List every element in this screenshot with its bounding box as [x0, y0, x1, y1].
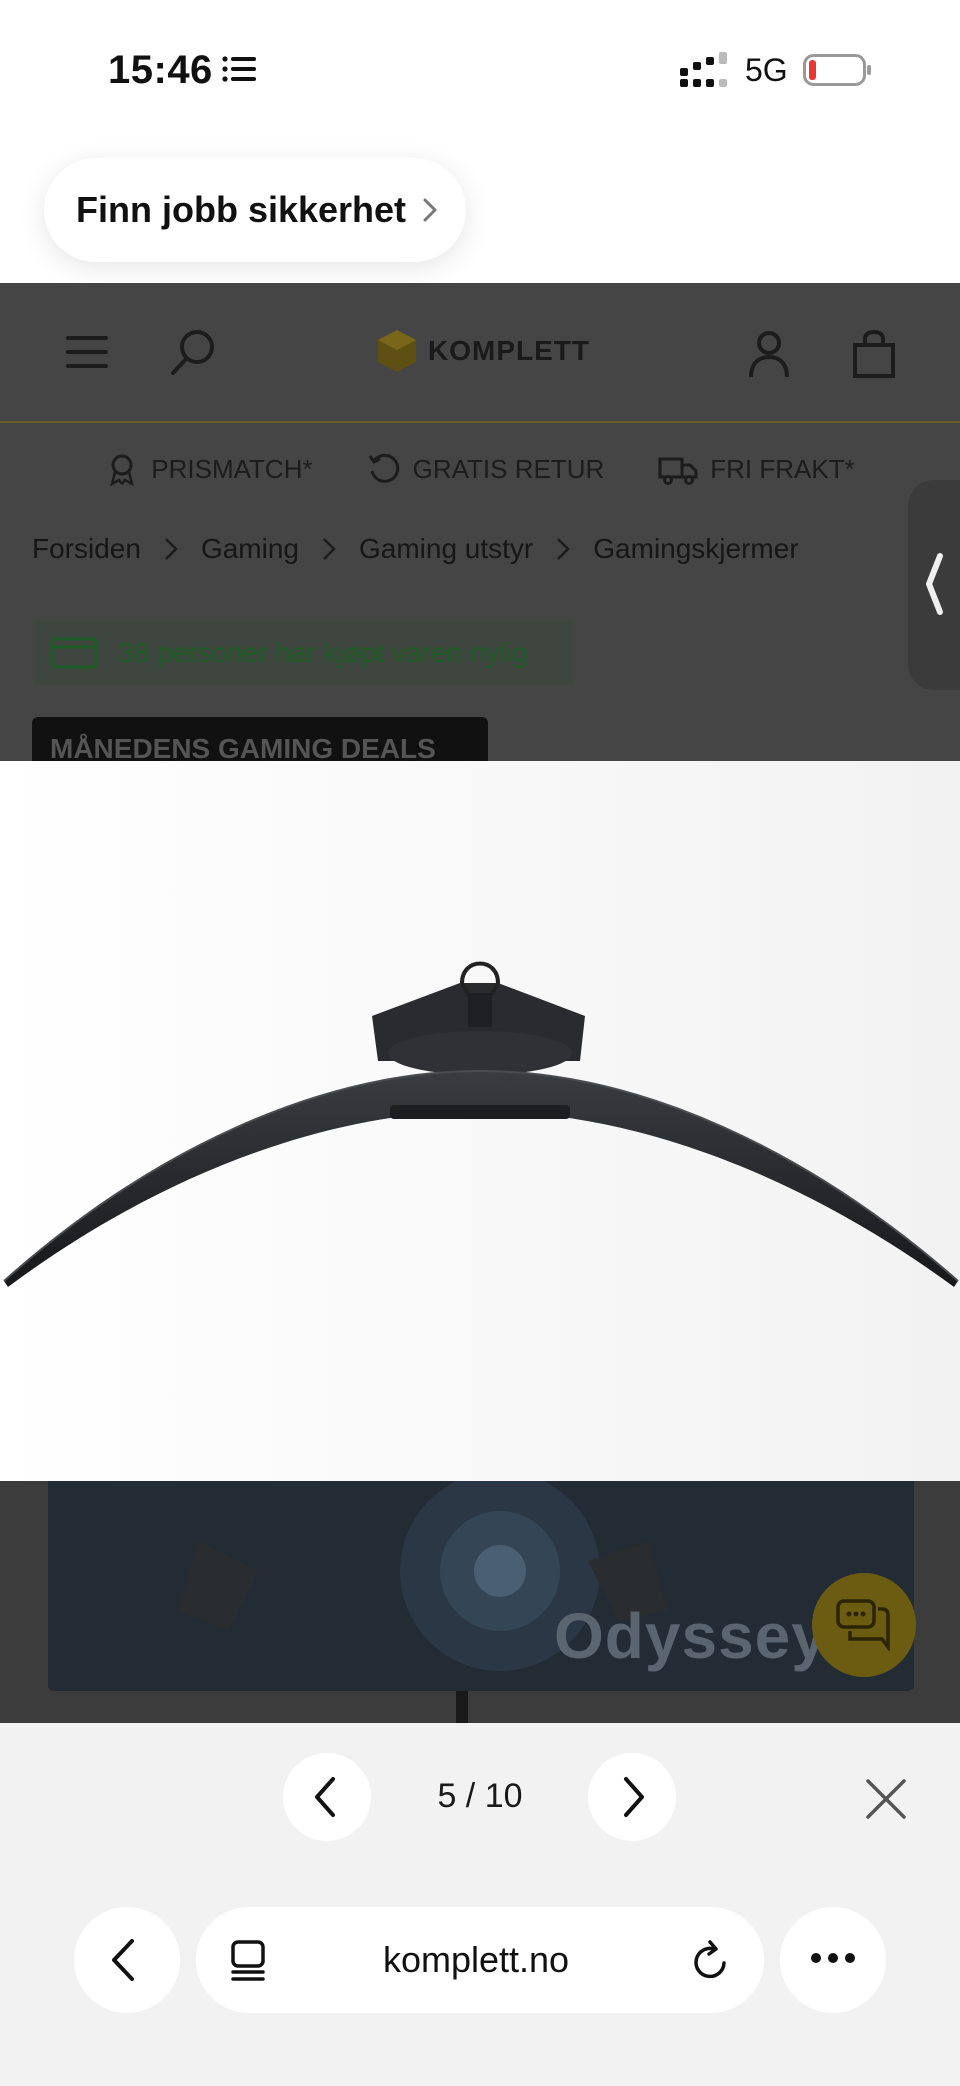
- more-icon: [811, 1953, 855, 1963]
- chevron-right-icon: [323, 538, 336, 560]
- chevron-right-icon: [557, 538, 571, 560]
- usp-fri-frakt: FRI FRAKT*: [658, 443, 855, 495]
- return-icon: [368, 453, 399, 483]
- image-counter: 5 / 10: [437, 1777, 523, 1815]
- browser-toolbar: komplett.no: [0, 1887, 960, 2086]
- chevron-right-icon: [624, 1777, 644, 1817]
- more-options-button[interactable]: [780, 1907, 886, 2013]
- promo-banner: Odyssey: [48, 1481, 914, 1691]
- promo-label: Finn jobb sikkerhet: [76, 189, 407, 230]
- recent-buyers-text: 38 personer har kjøpt varen nylig: [118, 637, 528, 668]
- breadcrumb-item[interactable]: Gamingskjermer: [593, 533, 798, 565]
- signal-icon: [680, 52, 727, 87]
- status-bar: 15:46 5G: [0, 0, 960, 140]
- curved-monitor-top-view: [0, 761, 960, 1481]
- previous-image-button[interactable]: [283, 1753, 371, 1841]
- side-drawer-tab[interactable]: [908, 480, 960, 690]
- list-icon: [222, 56, 256, 82]
- award-icon: [110, 454, 135, 486]
- product-image[interactable]: [0, 761, 960, 1481]
- gallery-controls: 5 / 10: [0, 1723, 960, 1887]
- chevron-right-icon: [423, 198, 437, 222]
- banner-brand-text: Odyssey: [554, 1600, 828, 1672]
- chevron-right-icon: [165, 538, 178, 560]
- breadcrumb-item[interactable]: Gaming utstyr: [359, 533, 533, 565]
- status-time: 15:46: [108, 48, 213, 92]
- user-icon[interactable]: [748, 329, 790, 379]
- chevron-left-icon: [315, 1777, 335, 1817]
- komplett-logo-icon: [378, 330, 416, 372]
- page-overlay-bottom: Odyssey: [0, 1481, 960, 1723]
- close-icon[interactable]: [864, 1777, 908, 1821]
- battery-low-icon: [803, 54, 871, 86]
- deals-badge: MÅNEDENS GAMING DEALS: [32, 717, 488, 761]
- chat-icon: [836, 1599, 890, 1651]
- url-text: komplett.no: [382, 1939, 570, 1980]
- truck-icon: [658, 457, 698, 485]
- usp-prismatch-label: PRISMATCH*: [151, 453, 313, 484]
- tabs-icon: [231, 1940, 265, 1981]
- monitor-stand: [456, 1691, 468, 1723]
- promo-chip[interactable]: Finn jobb sikkerhet: [44, 158, 466, 262]
- network-type: 5G: [745, 52, 788, 88]
- usp-row: PRISMATCH* GRATIS RETUR FRI FRAKT*: [0, 443, 960, 495]
- shopping-bag-icon[interactable]: [852, 329, 896, 379]
- usp-prismatch: PRISMATCH*: [105, 443, 313, 495]
- chevron-left-icon: [925, 553, 943, 615]
- usp-gratis-retur: GRATIS RETUR: [367, 443, 605, 495]
- breadcrumb: Forsiden Gaming Gaming utstyr Gamingskje…: [32, 533, 799, 565]
- breadcrumb-item[interactable]: Forsiden: [32, 533, 141, 565]
- browser-back-button[interactable]: [74, 1907, 180, 2013]
- chat-button[interactable]: [812, 1573, 916, 1677]
- page-overlay-top: KOMPLETT PRISMATCH* GRATIS RETUR FRI FRA…: [0, 283, 960, 761]
- komplett-logo[interactable]: KOMPLETT: [376, 325, 590, 377]
- card-icon: [50, 637, 98, 669]
- site-header: KOMPLETT: [0, 283, 960, 423]
- address-bar[interactable]: komplett.no: [196, 1907, 764, 2013]
- menu-icon[interactable]: [64, 333, 110, 371]
- breadcrumb-item[interactable]: Gaming: [201, 533, 299, 565]
- chevron-left-icon: [112, 1939, 134, 1981]
- usp-fri-frakt-label: FRI FRAKT*: [710, 453, 855, 484]
- reload-icon[interactable]: [692, 1939, 730, 1981]
- next-image-button[interactable]: [588, 1753, 676, 1841]
- logo-text: KOMPLETT: [428, 335, 590, 366]
- usp-gratis-retur-label: GRATIS RETUR: [412, 453, 605, 484]
- recent-buyers-notice: 38 personer har kjøpt varen nylig: [34, 621, 574, 685]
- search-icon[interactable]: [168, 327, 218, 377]
